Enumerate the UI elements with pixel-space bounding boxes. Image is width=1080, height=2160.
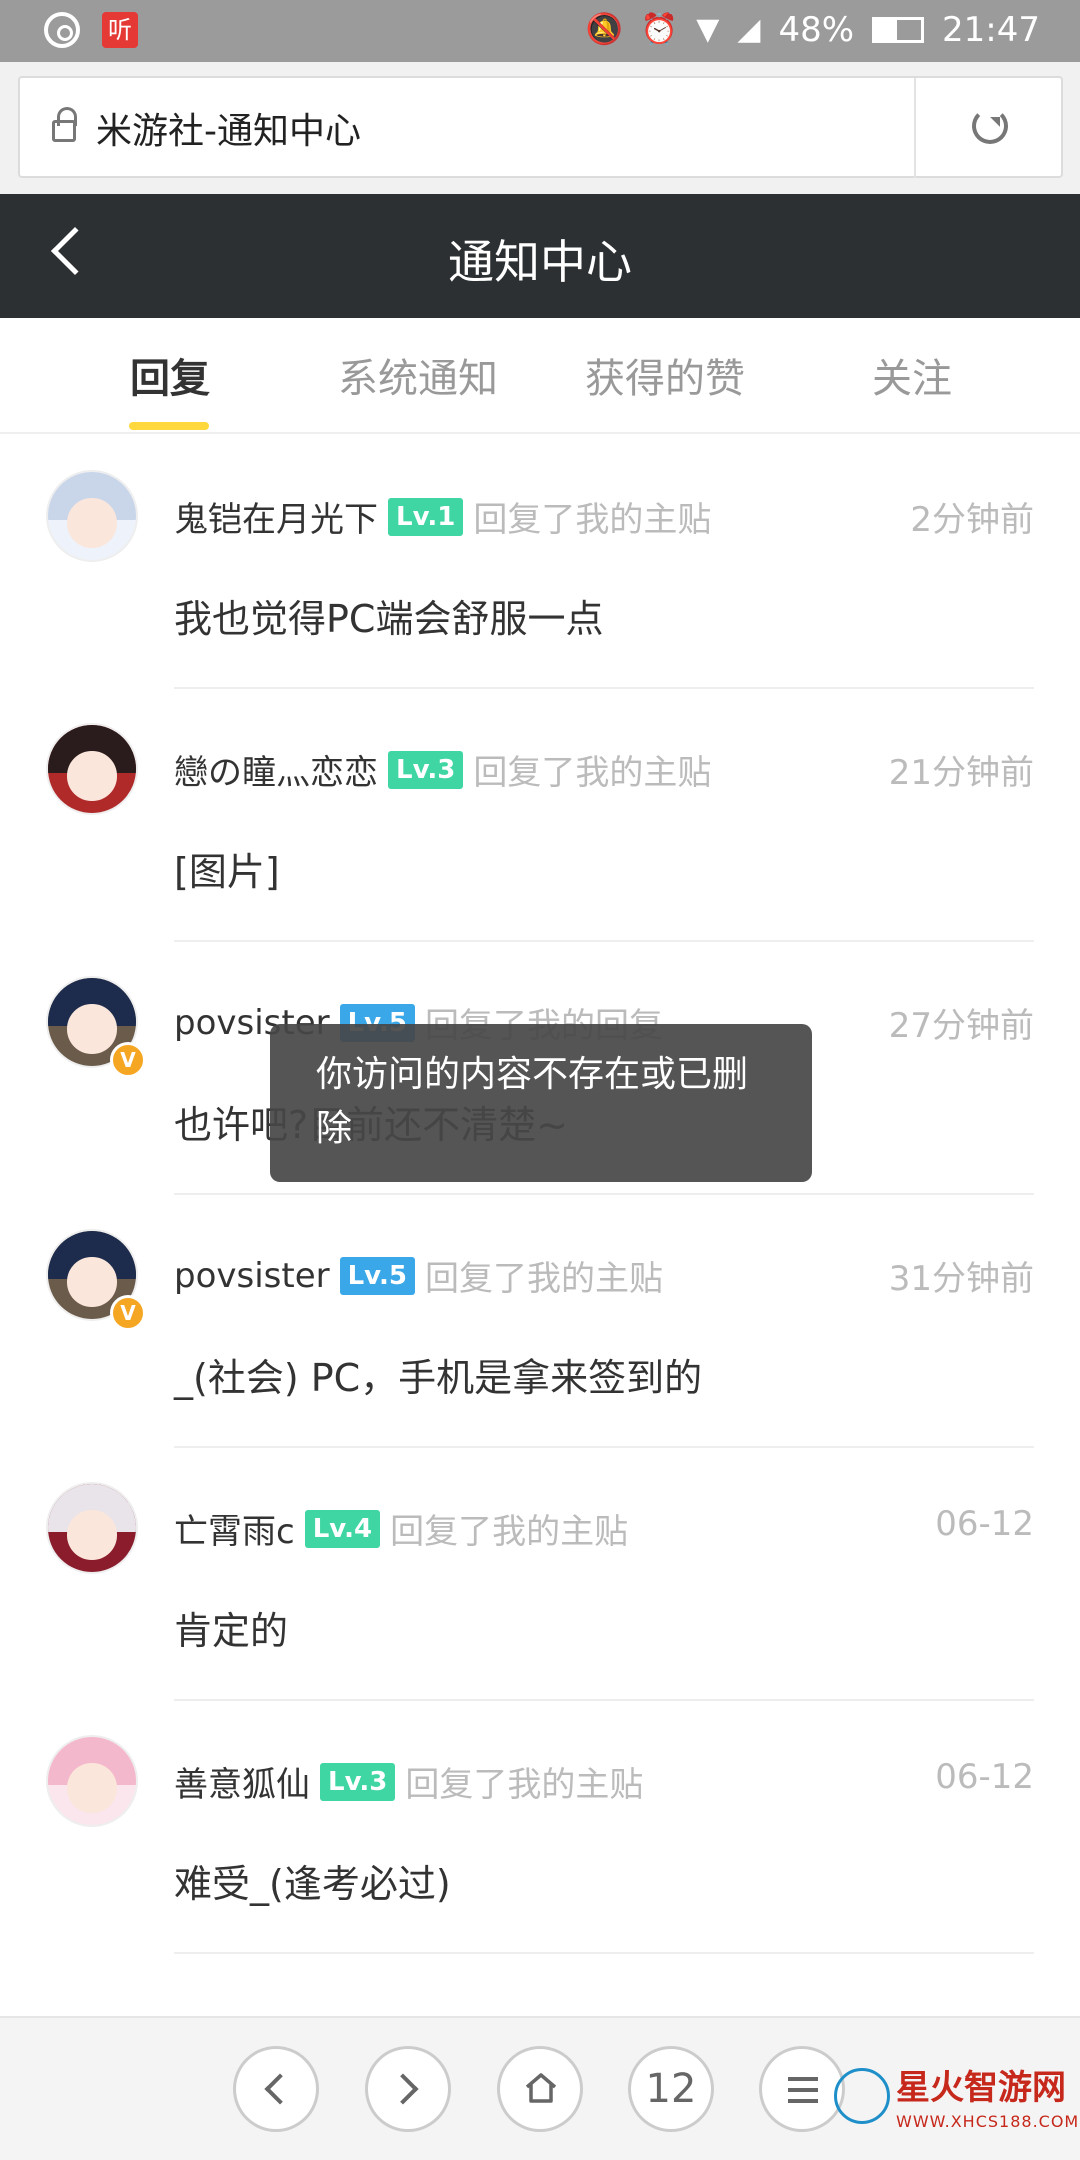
notification-list: 鬼铠在月光下 Lv.1 回复了我的主贴 2分钟前 我也觉得PC端会舒服一点 戀の… [0, 436, 1080, 1954]
home-icon [525, 2073, 557, 2103]
signal-icon: ◢ [737, 12, 761, 47]
notification-meta: 戀の瞳灬恋恋 Lv.3 回复了我的主贴 [174, 745, 711, 794]
chevron-left-icon [264, 2073, 296, 2105]
username[interactable]: 戀の瞳灬恋恋 [174, 745, 378, 794]
reply-content[interactable]: 难受_(逢考必过) [174, 1853, 451, 1908]
notification-meta: povsister Lv.5 回复了我的主贴 [174, 1251, 663, 1300]
timestamp: 31分钟前 [888, 1259, 1034, 1299]
action-text: 回复了我的主贴 [390, 1512, 629, 1552]
error-toast: 你访问的内容不存在或已删除 [270, 1024, 812, 1182]
avatar-face [67, 1257, 117, 1307]
lock-icon [52, 107, 77, 142]
level-badge: Lv.3 [388, 750, 464, 789]
verified-badge-icon: V [110, 1042, 146, 1078]
menu-icon [788, 2077, 818, 2103]
tab-likes-received[interactable]: 获得的赞 [545, 346, 785, 404]
watermark-logo: 星火智游网 WWW.XHCS188.COM [830, 2060, 1080, 2160]
avatar[interactable] [46, 723, 138, 815]
username[interactable]: 亡霄雨c [174, 1504, 295, 1553]
back-button[interactable] [233, 2046, 319, 2132]
tabs-count-button[interactable]: 12 [628, 2046, 714, 2132]
status-bar: 听 🔕 ⏰ ▼ ◢ 48% 21:47 [0, 0, 1080, 62]
ting-app-icon: 听 [102, 12, 138, 48]
battery-percent: 48% [778, 10, 855, 50]
avatar[interactable] [46, 1735, 138, 1827]
tab-replies[interactable]: 回复 [50, 346, 290, 404]
netease-music-icon [44, 12, 80, 48]
avatar-face [67, 1004, 117, 1054]
notification-meta: 亡霄雨c Lv.4 回复了我的主贴 [174, 1504, 628, 1553]
avatar[interactable] [46, 470, 138, 562]
action-text: 回复了我的主贴 [424, 1259, 663, 1299]
tab-following[interactable]: 关注 [792, 346, 1032, 404]
app-header: 通知中心 [0, 194, 1080, 318]
alarm-icon: ⏰ [640, 12, 679, 47]
reply-content[interactable]: _(社会) PC，手机是拿来签到的 [174, 1347, 702, 1402]
page-title-in-address-bar: 米游社-通知中心 [96, 111, 361, 152]
level-badge: Lv.1 [388, 497, 464, 536]
username[interactable]: 善意狐仙 [174, 1757, 310, 1806]
browser-bar: 米游社-通知中心 [0, 62, 1080, 194]
active-tab-indicator [129, 422, 209, 430]
tab-system-notices[interactable]: 系统通知 [298, 346, 538, 404]
avatar-face [67, 751, 117, 801]
avatar-face [67, 1763, 117, 1813]
reply-content[interactable]: 我也觉得PC端会舒服一点 [174, 588, 603, 643]
chevron-right-icon [387, 2073, 419, 2105]
mute-icon: 🔕 [585, 12, 623, 47]
level-badge: Lv.4 [304, 1509, 381, 1548]
timestamp: 2分钟前 [910, 500, 1034, 540]
watermark-site: WWW.XHCS188.COM [896, 2112, 1080, 2131]
notification-item[interactable]: 善意狐仙 Lv.3 回复了我的主贴 06-12 难受_(逢考必过) [0, 1701, 1080, 1954]
avatar-face [67, 498, 117, 548]
action-text: 回复了我的主贴 [473, 500, 712, 540]
reply-content[interactable]: [图片] [174, 841, 280, 896]
username[interactable]: povsister [174, 1256, 330, 1296]
reply-content[interactable]: 肯定的 [174, 1600, 288, 1655]
avatar[interactable] [46, 1482, 138, 1574]
notification-meta: 鬼铠在月光下 Lv.1 回复了我的主贴 [174, 492, 711, 541]
timestamp: 06-12 [935, 1504, 1034, 1544]
verified-badge-icon: V [110, 1295, 146, 1331]
globe-icon [834, 2068, 890, 2124]
level-badge: Lv.3 [320, 1762, 396, 1801]
page-title: 通知中心 [448, 235, 632, 289]
notification-item[interactable]: 亡霄雨c Lv.4 回复了我的主贴 06-12 肯定的 [0, 1448, 1080, 1701]
timestamp: 06-12 [935, 1757, 1034, 1797]
battery-level [875, 20, 898, 40]
level-badge: Lv.5 [339, 1256, 415, 1295]
notification-item[interactable]: V povsister Lv.5 回复了我的主贴 31分钟前 _(社会) PC，… [0, 1195, 1080, 1448]
forward-button[interactable] [365, 2046, 451, 2132]
watermark-brand: 星火智游网 [896, 2068, 1066, 2108]
tab-bar: 回复 系统通知 获得的赞 关注 [0, 318, 1080, 434]
reload-icon[interactable] [972, 108, 1008, 144]
timestamp: 21分钟前 [888, 753, 1034, 793]
notification-meta: 善意狐仙 Lv.3 回复了我的主贴 [174, 1757, 643, 1806]
home-button[interactable] [497, 2046, 583, 2132]
notification-item[interactable]: 鬼铠在月光下 Lv.1 回复了我的主贴 2分钟前 我也觉得PC端会舒服一点 [0, 436, 1080, 689]
clock: 21:47 [942, 10, 1040, 50]
wifi-icon: ▼ [696, 12, 720, 47]
timestamp: 27分钟前 [888, 1006, 1034, 1046]
avatar-face [67, 1510, 117, 1560]
notification-item[interactable]: 戀の瞳灬恋恋 Lv.3 回复了我的主贴 21分钟前 [图片] [0, 689, 1080, 942]
username[interactable]: 鬼铠在月光下 [174, 492, 378, 541]
divider [174, 1952, 1034, 1954]
action-text: 回复了我的主贴 [405, 1765, 644, 1805]
battery-icon [872, 17, 925, 43]
address-divider [914, 78, 916, 178]
address-bar[interactable]: 米游社-通知中心 [18, 76, 1063, 178]
action-text: 回复了我的主贴 [473, 753, 712, 793]
